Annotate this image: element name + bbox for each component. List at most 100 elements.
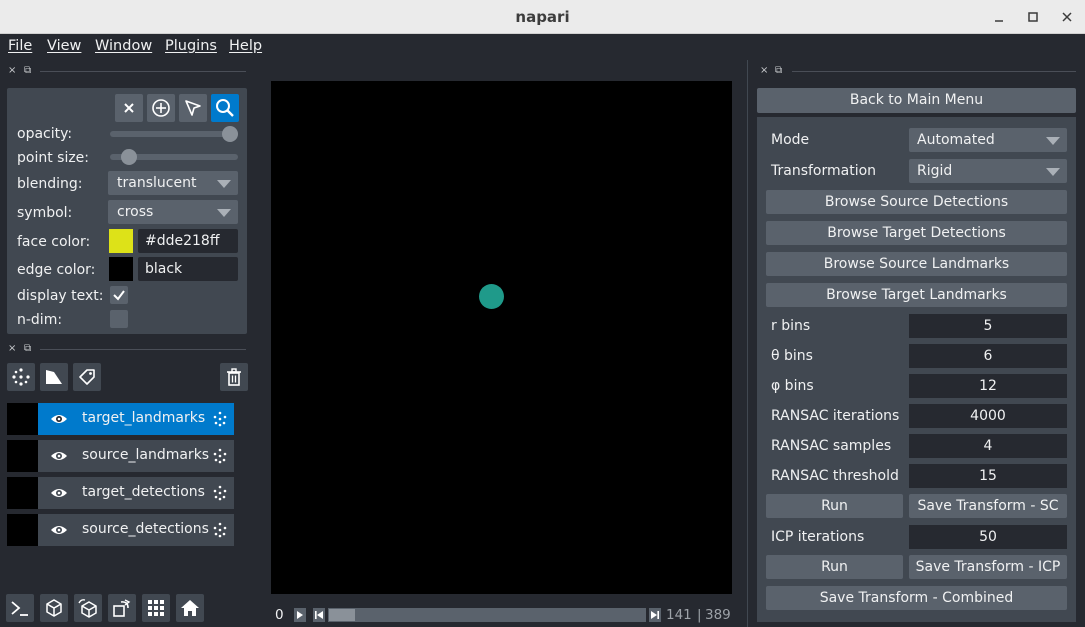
select-points-button[interactable] [179,94,207,122]
eye-icon[interactable] [50,521,68,539]
menu-window[interactable]: Window [95,38,152,54]
close-window-button[interactable] [1056,6,1078,28]
icp-iterations-input[interactable]: 50 [909,525,1067,549]
transformation-label: Transformation [771,163,877,179]
save-transform-icp-button[interactable]: Save Transform - ICP [909,555,1067,579]
blending-dropdown[interactable]: translucent [108,171,238,195]
ndisplay-icon [46,599,62,617]
point-size-slider-handle[interactable] [121,149,138,165]
eye-icon[interactable] [50,484,68,502]
dock-close-icon[interactable]: × [8,344,16,354]
edge-color-input[interactable]: black [138,257,238,281]
display-text-checkbox[interactable] [110,286,128,304]
new-labels-layer-button[interactable] [73,363,101,391]
roll-dims-button[interactable] [74,594,102,622]
menu-file[interactable]: File [8,38,32,54]
layer-body[interactable]: target_landmarks [38,403,234,435]
browse-target-landmarks-button[interactable]: Browse Target Landmarks [766,283,1067,307]
points-layer-icon [213,485,227,501]
trash-icon [227,368,241,386]
new-shapes-layer-button[interactable] [40,363,68,391]
dims-slider-track[interactable] [328,608,646,622]
back-to-main-menu-button[interactable]: Back to Main Menu [757,88,1076,113]
mode-dropdown[interactable]: Automated [909,128,1067,152]
add-points-button[interactable] [147,94,175,122]
layer-name: source_detections [82,521,209,537]
layer-item-source-detections[interactable]: source_detections [7,514,234,546]
home-icon [181,600,199,616]
dims-max-label: 389 [705,607,731,623]
points-layer-icon [213,411,227,427]
ransac-threshold-input[interactable]: 15 [909,464,1067,488]
ndim-checkbox[interactable] [110,310,128,328]
phi-bins-input[interactable]: 12 [909,374,1067,398]
dock-divider [40,71,246,72]
transpose-dims-button[interactable] [108,594,136,622]
transpose-icon [113,599,131,617]
edge-color-swatch[interactable] [109,257,133,281]
grid-icon [148,600,164,616]
run-icp-button[interactable]: Run [766,555,903,579]
dock-float-icon[interactable]: ⧉ [24,344,31,354]
edge-color-label: edge color: [17,262,96,278]
r-bins-input[interactable]: 5 [909,314,1067,338]
dock-close-icon[interactable]: × [8,66,16,76]
layer-body[interactable]: source_landmarks [38,440,234,472]
opacity-slider-handle[interactable] [222,126,238,142]
layer-name: source_landmarks [82,447,210,463]
menu-plugins[interactable]: Plugins [165,38,217,54]
browse-target-detections-button[interactable]: Browse Target Detections [766,221,1067,245]
delete-icon [124,103,134,113]
play-button[interactable] [294,608,306,622]
layer-body[interactable]: source_detections [38,514,234,546]
step-forward-button[interactable] [649,608,661,622]
transformation-dropdown[interactable]: Rigid [909,159,1067,183]
reset-view-button[interactable] [176,594,204,622]
opacity-slider-track[interactable] [110,131,238,137]
face-color-input[interactable]: #dde218ff [138,229,238,253]
save-transform-sc-button[interactable]: Save Transform - SC [909,494,1067,518]
face-color-swatch[interactable] [109,229,133,253]
dock-close-icon[interactable]: × [760,66,768,76]
layer-item-source-landmarks[interactable]: source_landmarks [7,440,234,472]
eye-icon[interactable] [50,447,68,465]
delete-layer-button[interactable] [220,363,248,391]
console-button[interactable] [6,594,34,622]
dims-slider-handle[interactable] [329,609,355,621]
mode-label: Mode [771,132,810,148]
save-transform-combined-button[interactable]: Save Transform - Combined [766,586,1067,610]
pan-zoom-button[interactable] [211,94,239,122]
symbol-dropdown[interactable]: cross [108,200,238,224]
delete-points-button[interactable] [115,94,143,122]
browse-source-landmarks-button[interactable]: Browse Source Landmarks [766,252,1067,276]
viewer-canvas[interactable] [271,81,732,594]
new-points-layer-button[interactable] [7,363,35,391]
pan-zoom-icon [216,99,234,117]
layer-name: target_landmarks [82,410,206,426]
display-text-label: display text: [17,288,104,304]
layer-item-target-landmarks[interactable]: target_landmarks [7,403,234,435]
title-bar: napari [0,0,1085,34]
point-size-label: point size: [17,150,90,166]
dock-float-icon[interactable]: ⧉ [24,66,31,76]
minimize-icon [995,20,1003,22]
grid-view-button[interactable] [142,594,170,622]
icp-iterations-label: ICP iterations [771,529,865,545]
points-layer-icon [213,448,227,464]
menu-view[interactable]: View [47,38,81,54]
ransac-threshold-label: RANSAC threshold [771,468,899,484]
maximize-button[interactable] [1022,6,1044,28]
step-back-button[interactable] [313,608,325,622]
theta-bins-input[interactable]: 6 [909,344,1067,368]
eye-icon[interactable] [50,410,68,428]
dock-float-icon[interactable]: ⧉ [775,66,782,76]
minimize-button[interactable] [988,6,1010,28]
run-sc-button[interactable]: Run [766,494,903,518]
ransac-iterations-input[interactable]: 4000 [909,404,1067,428]
layer-item-target-detections[interactable]: target_detections [7,477,234,509]
ransac-samples-input[interactable]: 4 [909,434,1067,458]
ndisplay-button[interactable] [40,594,68,622]
layer-body[interactable]: target_detections [38,477,234,509]
menu-help[interactable]: Help [229,38,262,54]
browse-source-detections-button[interactable]: Browse Source Detections [766,190,1067,214]
